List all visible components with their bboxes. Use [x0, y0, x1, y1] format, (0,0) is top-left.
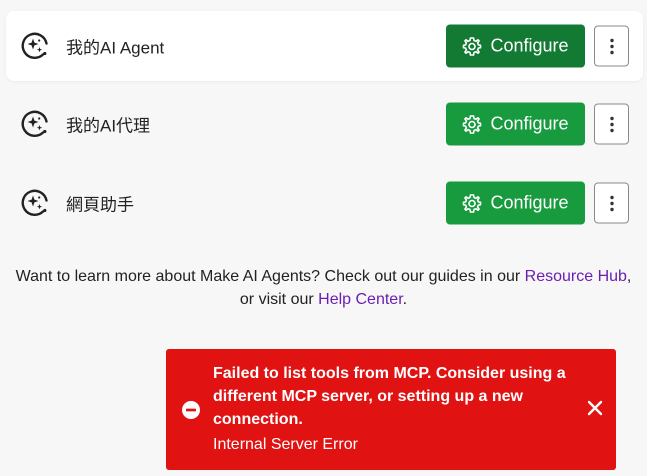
more-options-button[interactable] — [594, 182, 629, 224]
configure-button[interactable]: Configure — [446, 24, 585, 68]
error-icon — [182, 401, 200, 419]
close-toast-button[interactable] — [584, 397, 606, 419]
gear-icon — [463, 36, 482, 56]
help-center-link[interactable]: Help Center — [318, 291, 403, 308]
agent-row[interactable]: 我的AI Agent Configure — [6, 11, 643, 81]
agent-sparkle-icon — [21, 189, 48, 216]
agent-sparkle-icon — [21, 32, 48, 59]
resource-hub-link[interactable]: Resource Hub — [525, 268, 627, 285]
kebab-menu-icon — [609, 38, 614, 54]
toast-detail: Internal Server Error — [213, 436, 358, 453]
agent-sparkle-icon — [21, 110, 48, 137]
error-toast: Failed to list tools from MCP. Consider … — [166, 349, 616, 470]
configure-label: Configure — [490, 113, 569, 134]
toast-message: Failed to list tools from MCP. Consider … — [213, 365, 566, 428]
more-options-button[interactable] — [594, 25, 629, 67]
agent-row[interactable]: 網頁助手 Configure — [6, 168, 643, 238]
agent-row[interactable]: 我的AI代理 Configure — [6, 89, 643, 159]
learn-more-text: Want to learn more about Make AI Agents?… — [10, 265, 637, 311]
close-icon — [587, 400, 603, 416]
learn-more-text-part: Want to learn more about Make AI Agents?… — [15, 268, 525, 285]
gear-icon — [463, 193, 482, 213]
more-options-button[interactable] — [594, 103, 629, 145]
configure-label: Configure — [490, 192, 569, 213]
kebab-menu-icon — [609, 116, 614, 132]
configure-button[interactable]: Configure — [446, 102, 585, 146]
kebab-menu-icon — [609, 195, 614, 211]
agent-name: 我的AI Agent — [66, 38, 165, 58]
agent-name: 網頁助手 — [66, 195, 134, 215]
configure-label: Configure — [490, 35, 569, 56]
learn-more-text-part: . — [402, 291, 408, 308]
configure-button[interactable]: Configure — [446, 181, 585, 225]
gear-icon — [463, 114, 482, 134]
agent-name: 我的AI代理 — [66, 116, 151, 136]
